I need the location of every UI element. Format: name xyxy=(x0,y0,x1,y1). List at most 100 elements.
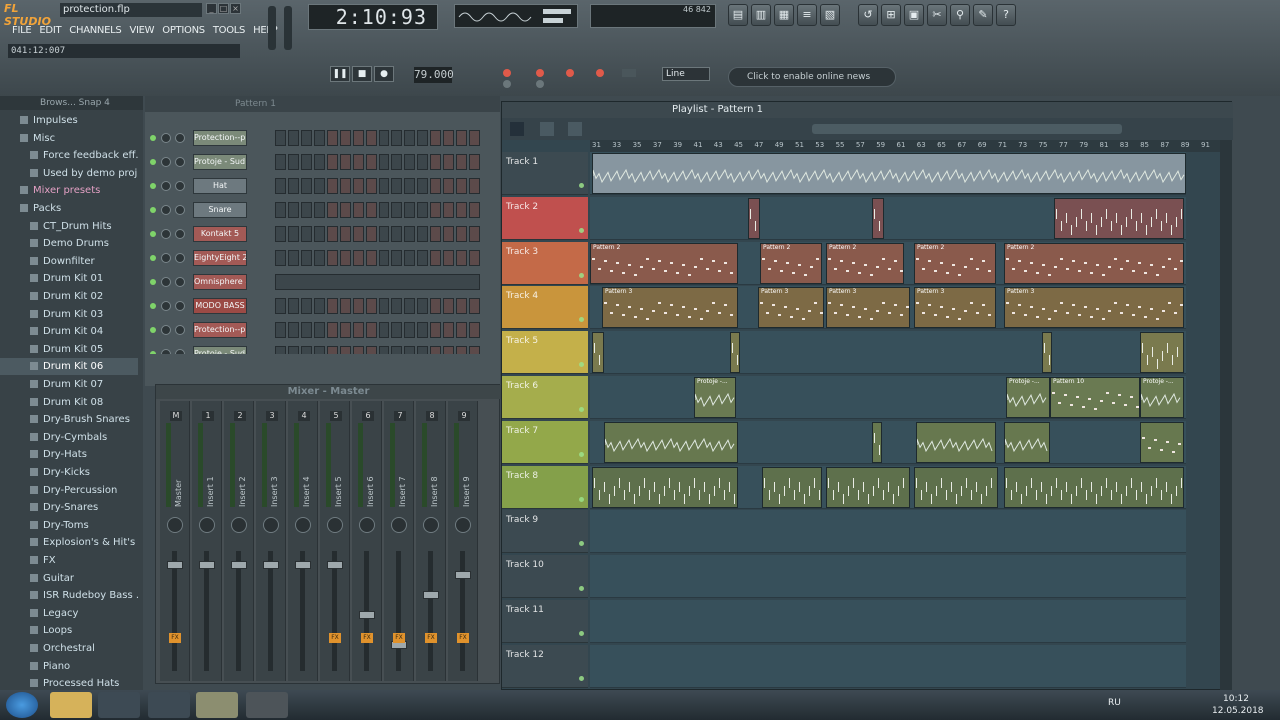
browser-item[interactable]: Drum Kit 08 xyxy=(0,394,138,411)
channel-pan-knob[interactable] xyxy=(175,133,185,143)
volume-fader[interactable] xyxy=(460,551,465,671)
channel-led[interactable] xyxy=(150,279,156,285)
channel-pan-knob[interactable] xyxy=(175,349,185,354)
fader-cap[interactable] xyxy=(327,561,343,569)
channel-volume-knob[interactable] xyxy=(161,205,171,215)
plugin-search-icon[interactable]: ⚲ xyxy=(950,4,970,26)
channel-pan-knob[interactable] xyxy=(175,325,185,335)
pattern-clip[interactable]: Pattern 2 xyxy=(590,242,738,284)
browser-item[interactable]: Orchestral xyxy=(0,640,138,657)
fl-studio-taskbar-icon[interactable] xyxy=(196,692,238,718)
pan-knob[interactable] xyxy=(199,517,215,533)
track-enable-led[interactable] xyxy=(579,631,584,636)
pattern-clip[interactable]: Pattern 3 xyxy=(1004,287,1184,329)
language-indicator[interactable]: RU xyxy=(1108,698,1121,708)
pattern-clip[interactable] xyxy=(1042,332,1052,374)
channel-pan-knob[interactable] xyxy=(175,157,185,167)
track-lane[interactable] xyxy=(590,152,1186,195)
pattern-clip[interactable] xyxy=(592,153,1186,194)
track-header[interactable]: Track 2 xyxy=(502,196,588,240)
pattern-clip[interactable] xyxy=(914,466,998,508)
browser-item[interactable]: CT_Drum Hits xyxy=(0,218,138,235)
channel-pan-knob[interactable] xyxy=(175,205,185,215)
channel-pan-knob[interactable] xyxy=(175,181,185,191)
explorer-icon[interactable] xyxy=(50,692,92,718)
browser-item[interactable]: FX xyxy=(0,552,138,569)
track-lane[interactable] xyxy=(590,465,1186,509)
track-lane[interactable] xyxy=(590,196,1186,240)
channel-name-button[interactable]: MODO BASS xyxy=(193,298,247,314)
channel-name-button[interactable]: Omnisphere #2 xyxy=(193,274,247,290)
track-lane[interactable] xyxy=(590,555,1186,599)
save-icon[interactable]: ⊞ xyxy=(881,4,901,26)
volume-fader[interactable] xyxy=(396,551,401,671)
pattern-clip[interactable]: Pattern 3 xyxy=(826,287,910,329)
pattern-clip[interactable] xyxy=(872,421,882,463)
fader-cap[interactable] xyxy=(263,561,279,569)
volume-fader[interactable] xyxy=(300,551,305,671)
volume-fader[interactable] xyxy=(428,551,433,671)
mixer-strip[interactable]: 7 Insert 7 FX xyxy=(384,401,414,681)
browser-item[interactable]: Guitar xyxy=(0,570,138,587)
mixer-strip[interactable]: 3 Insert 3 xyxy=(256,401,286,681)
master-pitch-slider[interactable] xyxy=(284,6,292,50)
fader-cap[interactable] xyxy=(231,561,247,569)
step-sequencer[interactable] xyxy=(275,250,480,266)
volume-fader[interactable] xyxy=(332,551,337,671)
browser-item[interactable]: Used by demo proj... xyxy=(0,165,138,182)
track-enable-led[interactable] xyxy=(579,227,584,233)
pattern-clip[interactable] xyxy=(916,421,996,463)
fader-cap[interactable] xyxy=(167,561,183,569)
pattern-clip[interactable] xyxy=(762,466,822,508)
channel-name-button[interactable]: Snare xyxy=(193,202,247,218)
playlist-scrollbar[interactable] xyxy=(1220,140,1232,690)
track-enable-led[interactable] xyxy=(579,541,584,547)
step-sequencer[interactable] xyxy=(275,226,480,242)
menu-help[interactable]: HELP xyxy=(249,24,281,38)
media-player-icon[interactable] xyxy=(98,692,140,718)
fader-cap[interactable] xyxy=(199,561,215,569)
track-header[interactable]: Track 7 xyxy=(502,420,588,464)
pan-knob[interactable] xyxy=(359,517,375,533)
mixer-strip[interactable]: 1 Insert 1 xyxy=(192,401,222,681)
pattern-clip[interactable]: Protoje -... xyxy=(1140,377,1184,418)
track-header[interactable]: Track 4 xyxy=(502,286,588,330)
channel-pan-knob[interactable] xyxy=(175,301,185,311)
fader-cap[interactable] xyxy=(423,591,439,599)
browser-item[interactable]: Dry-Snares xyxy=(0,499,138,516)
online-news-button[interactable]: Click to enable online news xyxy=(728,67,896,87)
pattern-clip[interactable]: Pattern 2 xyxy=(760,242,822,284)
track-enable-led[interactable] xyxy=(579,496,584,502)
browser-item[interactable]: Downfilter xyxy=(0,253,138,270)
track-enable-led[interactable] xyxy=(579,317,584,323)
browser-icon[interactable]: ▧ xyxy=(820,4,840,26)
pattern-clip[interactable]: Pattern 10 xyxy=(1050,377,1140,418)
track-header[interactable]: Track 12 xyxy=(502,644,588,688)
pattern-clip[interactable] xyxy=(826,466,910,508)
stop-button[interactable]: ■ xyxy=(352,66,372,82)
song-time-display[interactable]: 2:10:93 xyxy=(308,4,438,30)
pattern-clip[interactable]: Pattern 3 xyxy=(758,287,824,329)
step-sequencer[interactable] xyxy=(275,298,480,314)
start-button[interactable] xyxy=(6,692,38,718)
channel-volume-knob[interactable] xyxy=(161,181,171,191)
track-enable-led[interactable] xyxy=(579,407,584,412)
browser-item[interactable]: Dry-Brush Snares xyxy=(0,411,138,428)
step-sequencer[interactable] xyxy=(275,130,480,146)
pattern-clip[interactable]: Pattern 2 xyxy=(914,242,996,284)
track-header[interactable]: Track 5 xyxy=(502,331,588,375)
step-sequencer[interactable] xyxy=(275,154,480,170)
channel-volume-knob[interactable] xyxy=(161,157,171,167)
browser-item[interactable]: Loops xyxy=(0,622,138,639)
track-header[interactable]: Track 9 xyxy=(502,510,588,554)
browser-item[interactable]: Drum Kit 07 xyxy=(0,376,138,393)
pattern-clip[interactable] xyxy=(592,332,604,374)
track-enable-led[interactable] xyxy=(579,586,584,592)
playlist-window-icon[interactable]: ▤ xyxy=(728,4,748,26)
browser-item[interactable]: Dry-Hats xyxy=(0,446,138,463)
project-info-icon[interactable]: ✎ xyxy=(973,4,993,26)
pattern-clip[interactable] xyxy=(872,197,884,239)
track-header[interactable]: Track 3 xyxy=(502,241,588,285)
pattern-clip[interactable]: Pattern 2 xyxy=(1004,242,1184,284)
browser-item[interactable]: ISR Rudeboy Bass ... xyxy=(0,587,138,604)
